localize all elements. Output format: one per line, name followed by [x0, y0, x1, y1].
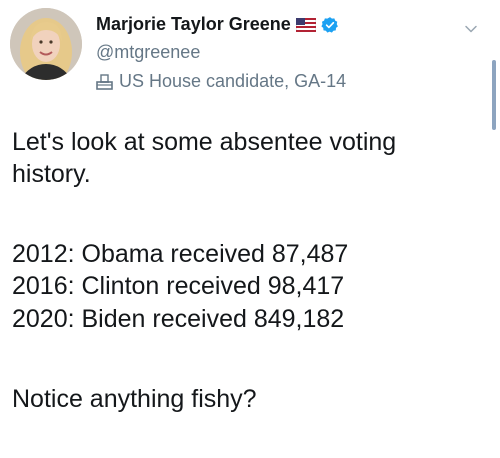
display-name-row: Marjorie Taylor Greene [96, 14, 339, 35]
tweet-text-line-5: 2020: Biden received 849,182 [12, 305, 345, 333]
tweet-card: Marjorie Taylor Greene @mtgreenee US Hou… [0, 0, 500, 458]
handle[interactable]: @mtgreenee [96, 42, 200, 63]
ballot-box-icon [96, 73, 113, 90]
scrollbar[interactable] [492, 60, 496, 130]
tweet-text-line-2: history. [12, 160, 91, 188]
account-label: US House candidate, GA-14 [96, 71, 346, 92]
us-flag-icon [295, 17, 316, 32]
tweet-text-line-3: 2012: Obama received 87,487 [12, 240, 349, 268]
tweet-text-line-1: Let's look at some absentee voting [12, 128, 397, 156]
tweet-text-line-4: 2016: Clinton received 98,417 [12, 272, 345, 300]
account-label-text: US House candidate, GA-14 [119, 71, 347, 91]
avatar-image [10, 8, 82, 80]
chevron-down-icon[interactable] [464, 22, 478, 36]
verified-badge-icon [321, 16, 339, 34]
avatar[interactable] [10, 8, 82, 80]
tweet-text-line-6: Notice anything fishy? [12, 385, 257, 413]
display-name[interactable]: Marjorie Taylor Greene [96, 14, 291, 35]
